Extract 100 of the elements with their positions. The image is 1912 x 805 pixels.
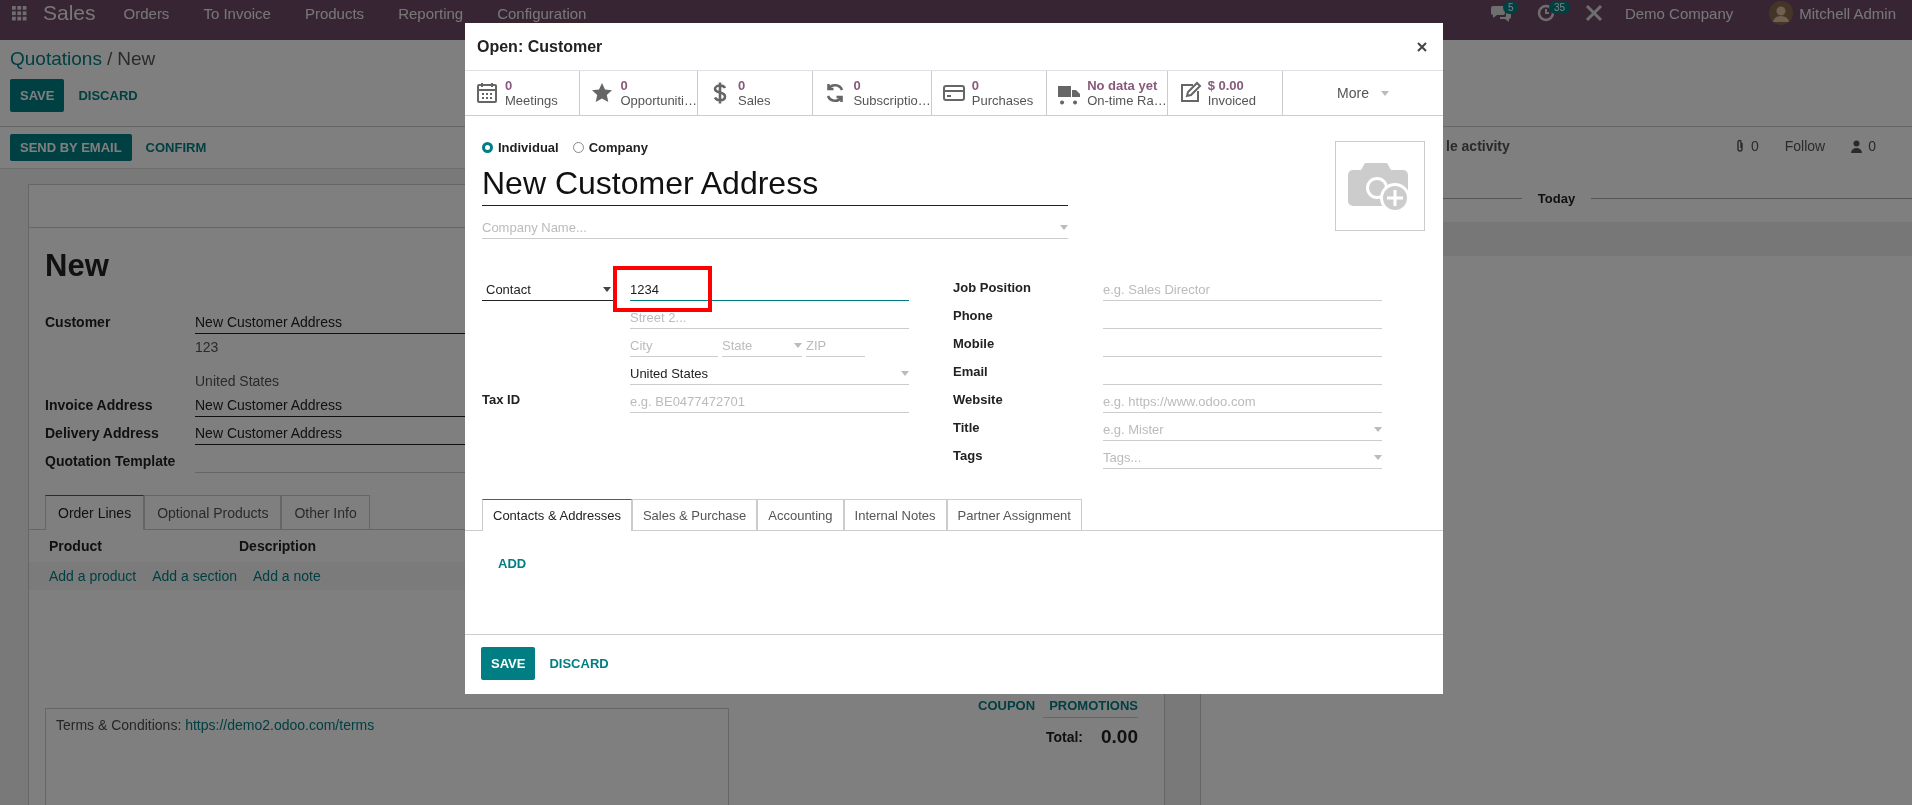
follow-button[interactable]: Follow	[1784, 138, 1826, 154]
stat-button[interactable]: 0 Subscriptio…	[813, 71, 932, 115]
stat-label: Purchases	[971, 93, 1034, 108]
calendar-icon	[475, 81, 499, 105]
record-title: New	[45, 248, 109, 284]
stat-label: Invoiced	[1207, 93, 1257, 108]
name-field[interactable]: New Customer Address	[482, 155, 1068, 206]
field-label: Invoice Address	[45, 396, 154, 415]
attachment-count[interactable]: 0	[1750, 138, 1759, 154]
street-field[interactable]: 1234	[630, 278, 909, 301]
caret-icon	[1374, 455, 1382, 460]
field-label: Customer	[45, 313, 112, 332]
date-separator: Today	[1537, 191, 1576, 206]
stat-button[interactable]: 0 Purchases	[931, 71, 1048, 115]
tab[interactable]: Accounting	[757, 499, 844, 531]
caret-icon	[1380, 90, 1389, 96]
address-type-select[interactable]: Contact	[482, 278, 615, 301]
menu-item[interactable]: Configuration	[497, 5, 587, 21]
more-button[interactable]: More	[1283, 71, 1443, 115]
terms-text: Terms & Conditions: https://demo2.odoo.com/terms	[56, 717, 375, 733]
input-field[interactable]: e.g. Sales Director	[1103, 278, 1382, 301]
menu-item[interactable]: Reporting	[398, 5, 464, 21]
paperclip-icon[interactable]	[1734, 139, 1745, 153]
tab[interactable]: Order Lines	[45, 495, 145, 530]
breadcrumb-separator: /	[106, 48, 113, 69]
menu-item[interactable]: To Invoice	[203, 5, 271, 21]
save-button[interactable]: SAVE	[10, 79, 65, 112]
caret-icon	[1374, 427, 1382, 432]
app-name[interactable]: Sales	[43, 1, 96, 25]
add-line-link[interactable]: Add a section	[152, 568, 237, 584]
stat-value: 0	[853, 78, 862, 93]
address-text: 123	[195, 338, 219, 355]
promotions-button[interactable]: PROMOTIONS	[1049, 698, 1138, 713]
city-field[interactable]: City	[630, 334, 718, 357]
street2-field[interactable]: Street 2...	[630, 306, 909, 329]
discard-button[interactable]: DISCARD	[539, 647, 619, 680]
stat-value: 0	[738, 78, 747, 93]
select-field[interactable]: Tags...	[1103, 446, 1382, 469]
company-name-field[interactable]: Company Name...	[482, 206, 1068, 239]
stat-button[interactable]: 0 Meetings	[465, 71, 581, 115]
field-label: Job Position	[953, 279, 1032, 295]
stat-button[interactable]: 0 Opportuniti…	[580, 71, 698, 115]
discard-button[interactable]: DISCARD	[68, 79, 148, 112]
send-email-button[interactable]: SEND BY EMAIL	[10, 134, 132, 161]
tax-id-field[interactable]: e.g. BE0477472701	[630, 390, 909, 413]
stat-label: Subscriptio…	[853, 93, 931, 108]
field-label: Title	[953, 419, 981, 435]
stat-button[interactable]: No data yet On-time Ra…	[1047, 71, 1168, 115]
confirm-button[interactable]: CONFIRM	[135, 131, 217, 164]
tab[interactable]: Contacts & Addresses	[482, 499, 632, 531]
menu-item[interactable]: Orders	[123, 5, 170, 21]
clock-icon[interactable]	[1536, 4, 1555, 22]
stat-label: Sales	[738, 93, 771, 108]
total-label: Total:	[1045, 729, 1083, 745]
apps-menu-icon[interactable]	[12, 5, 27, 21]
country-select[interactable]: United States	[630, 362, 909, 385]
state-select[interactable]: State	[722, 334, 802, 357]
tab[interactable]: Internal Notes	[843, 499, 947, 531]
stat-button[interactable]: 0 Sales	[698, 71, 814, 115]
caret-icon	[603, 287, 611, 292]
radio-option[interactable]: Company	[572, 140, 648, 155]
caret-icon	[1060, 225, 1068, 230]
person-icon[interactable]	[1851, 139, 1863, 153]
menu-item[interactable]: Products	[304, 5, 365, 21]
zip-field[interactable]: ZIP	[806, 334, 865, 357]
avatar-icon[interactable]	[1769, 1, 1794, 25]
stat-value: 0	[505, 78, 514, 93]
schedule-activity-link[interactable]: le activity	[1446, 138, 1510, 154]
stat-value: No data yet	[1087, 78, 1159, 93]
field-label: Tags	[953, 447, 984, 463]
column-header: Product	[49, 538, 103, 554]
stat-label: Opportuniti…	[620, 93, 697, 108]
stat-button[interactable]: $ 0.00 Invoiced	[1167, 71, 1284, 115]
tab[interactable]: Optional Products	[144, 495, 282, 530]
tab[interactable]: Other Info	[281, 495, 370, 530]
total-amount: 0.00	[1101, 726, 1138, 748]
address-text: United States	[195, 372, 280, 389]
breadcrumb-current: New	[117, 48, 156, 69]
breadcrumb-link[interactable]: Quotations	[10, 48, 102, 69]
tab[interactable]: Partner Assignment	[946, 499, 1082, 531]
add-contact-link[interactable]: ADD	[498, 556, 527, 571]
company-switcher[interactable]: Demo Company	[1624, 4, 1734, 22]
input-field[interactable]: e.g. https://www.odoo.com	[1103, 390, 1382, 413]
add-line-link[interactable]: Add a product	[49, 568, 137, 584]
radio-option[interactable]: Individual	[482, 140, 559, 155]
caret-icon	[901, 371, 909, 376]
close-icon[interactable]	[1417, 41, 1427, 52]
user-menu[interactable]: Mitchell Admin	[1799, 4, 1896, 22]
stat-label: On-time Ra…	[1087, 93, 1167, 108]
terms-link[interactable]: https://demo2.odoo.com/terms	[185, 717, 375, 733]
image-upload[interactable]	[1335, 141, 1425, 231]
coupon-button[interactable]: COUPON	[978, 698, 1036, 713]
follower-count[interactable]: 0	[1868, 138, 1876, 154]
add-line-link[interactable]: Add a note	[253, 568, 321, 584]
field-label: Quotation Template	[45, 452, 177, 471]
tab[interactable]: Sales & Purchase	[631, 499, 758, 531]
save-button[interactable]: SAVE	[481, 647, 536, 680]
stat-value: 0	[971, 78, 980, 93]
select-field[interactable]: e.g. Mister	[1103, 418, 1382, 441]
terms-box[interactable]: Terms & Conditions: https://demo2.odoo.com/terms	[45, 708, 729, 805]
